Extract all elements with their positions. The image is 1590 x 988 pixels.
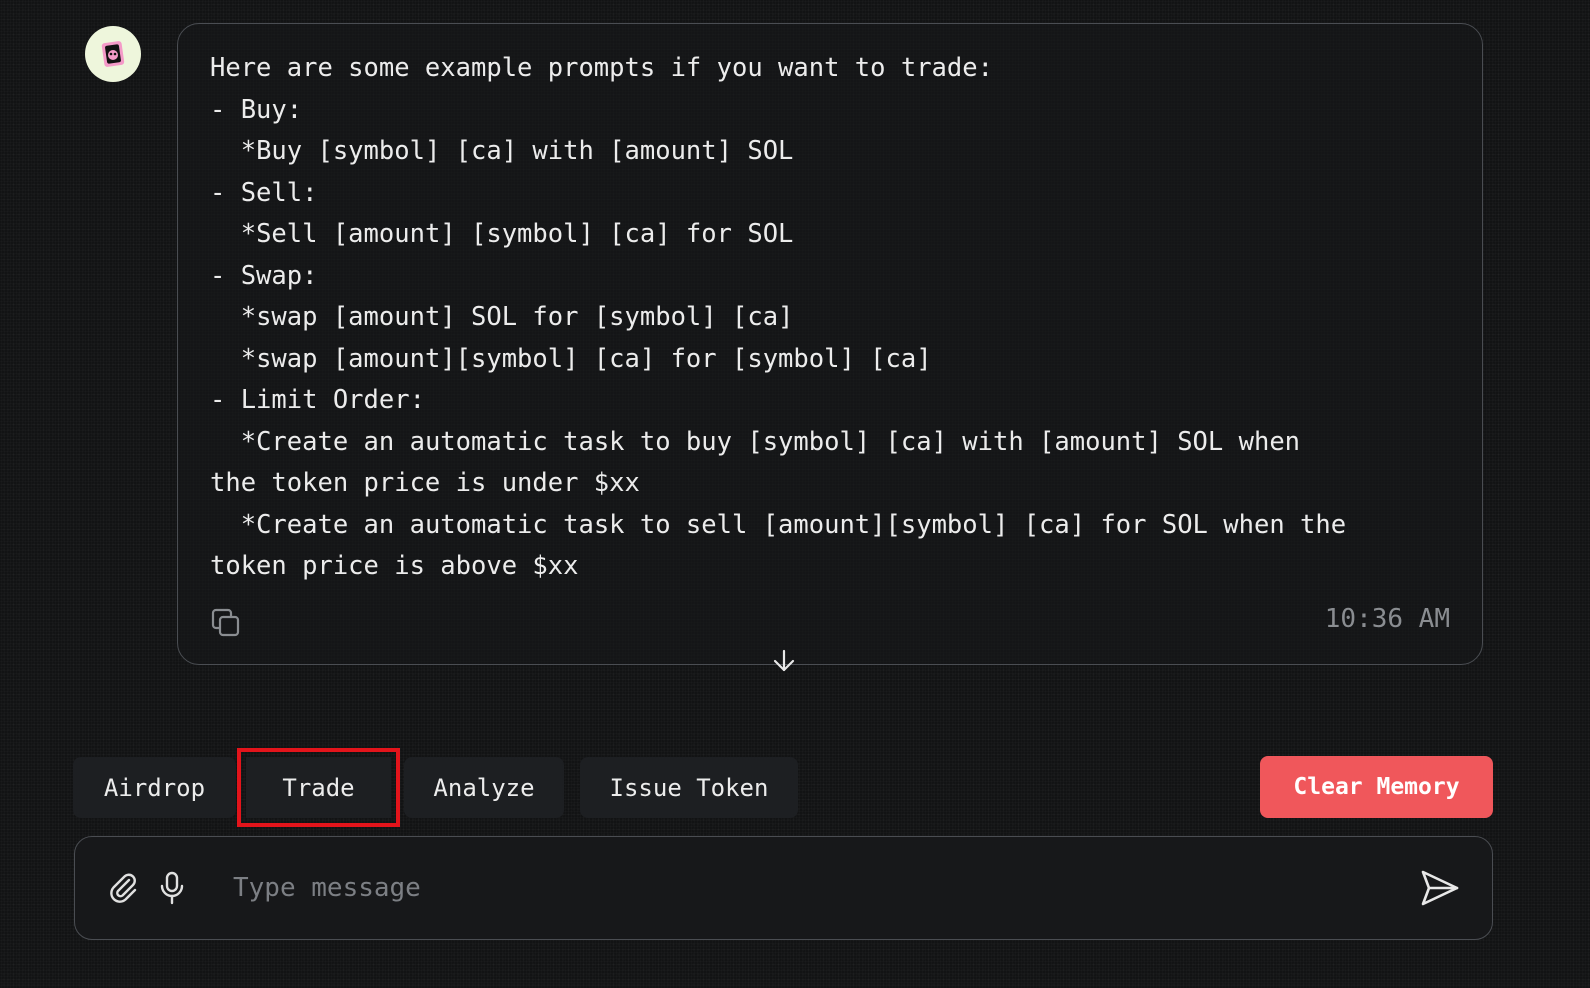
microphone-icon[interactable]	[158, 871, 186, 905]
message-input[interactable]	[233, 861, 1383, 915]
bot-avatar-icon	[101, 41, 125, 67]
message-text: Here are some example prompts if you wan…	[210, 53, 1347, 581]
send-icon[interactable]	[1420, 869, 1460, 907]
bot-message-bubble: Here are some example prompts if you wan…	[177, 23, 1483, 665]
analyze-button[interactable]: Analyze	[404, 757, 564, 818]
message-timestamp: 10:36 AM	[1324, 604, 1450, 634]
issue-token-button[interactable]: Issue Token	[580, 757, 798, 818]
arrow-down-icon[interactable]	[770, 647, 798, 675]
copy-icon[interactable]	[210, 607, 242, 639]
clear-memory-button[interactable]: Clear Memory	[1260, 756, 1493, 818]
trade-button[interactable]: Trade	[237, 748, 400, 827]
message-composer	[74, 836, 1493, 940]
paperclip-icon[interactable]	[107, 871, 139, 905]
bot-avatar	[85, 26, 141, 82]
airdrop-button[interactable]: Airdrop	[73, 757, 236, 818]
